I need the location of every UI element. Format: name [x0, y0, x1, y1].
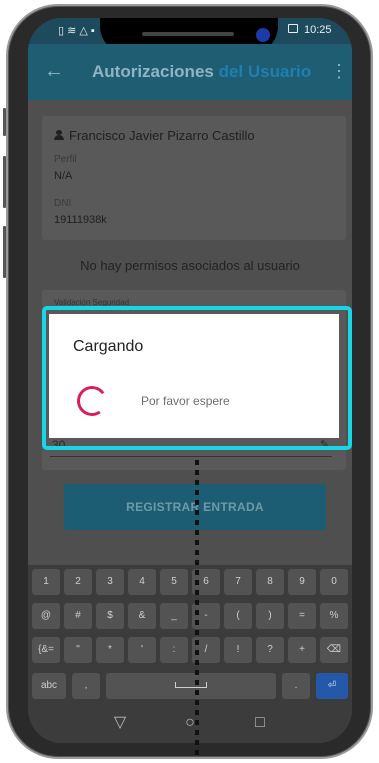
key-row2-1[interactable]: #	[64, 603, 92, 629]
key-row1-1[interactable]: 2	[64, 569, 92, 595]
key-row2-2[interactable]: $	[96, 603, 124, 629]
key-row3-3[interactable]: '	[128, 637, 156, 663]
no-permissions-text: No hay permisos asociados al usuario	[80, 258, 300, 273]
dni-label: DNI	[54, 198, 72, 209]
key-row2-3[interactable]: &	[128, 603, 156, 629]
status-icons: ▯ ≋ △ ▪	[58, 25, 95, 37]
key-row1-4[interactable]: 5	[160, 569, 188, 595]
key-row3-9[interactable]: ⌫	[320, 637, 348, 663]
dialog-title: Cargando	[73, 338, 144, 355]
nav-home-icon[interactable]: ○	[170, 703, 210, 743]
page-title: Autorizaciones del Usuario	[92, 62, 312, 81]
key-row1-3[interactable]: 4	[128, 569, 156, 595]
field-underline	[50, 456, 332, 457]
app-bar: ← Autorizaciones del Usuario ⋮	[28, 44, 352, 100]
nav-recents-icon[interactable]: □	[240, 703, 280, 743]
key-row2-7[interactable]: )	[256, 603, 284, 629]
key-row1-8[interactable]: 9	[288, 569, 316, 595]
key-space[interactable]	[106, 673, 276, 699]
key-row3-0[interactable]: {&=	[32, 637, 60, 663]
dotted-guide-line	[195, 460, 199, 760]
key-row3-4[interactable]: :	[160, 637, 188, 663]
key-row2-4[interactable]: _	[160, 603, 188, 629]
speaker-grille	[142, 32, 234, 36]
key-row2-8[interactable]: =	[288, 603, 316, 629]
perfil-label: Perfil	[54, 154, 77, 165]
user-name: Francisco Javier Pizarro Castillo	[54, 128, 255, 143]
key-enter[interactable]: ⏎	[316, 673, 348, 699]
key-row1-7[interactable]: 8	[256, 569, 284, 595]
key-comma[interactable]: ,	[72, 673, 100, 699]
perfil-value: N/A	[54, 170, 73, 182]
back-arrow-icon[interactable]: ←	[44, 60, 66, 82]
dni-value: 19111938k	[54, 214, 107, 226]
key-period[interactable]: .	[282, 673, 310, 699]
key-row3-1[interactable]: "	[64, 637, 92, 663]
key-abc[interactable]: abc	[32, 673, 66, 699]
key-row2-6[interactable]: (	[224, 603, 252, 629]
more-options-icon[interactable]: ⋮	[330, 60, 348, 82]
loading-spinner-icon	[74, 383, 110, 419]
key-row3-8[interactable]: +	[288, 637, 316, 663]
key-row3-7[interactable]: ?	[256, 637, 284, 663]
front-camera	[256, 28, 270, 42]
key-row1-6[interactable]: 7	[224, 569, 252, 595]
nav-back-icon[interactable]: ▽	[100, 703, 140, 743]
key-row3-2[interactable]: *	[96, 637, 124, 663]
loading-dialog: Cargando Por favor espere	[49, 314, 339, 438]
key-row2-0[interactable]: @	[32, 603, 60, 629]
keyboard: abc , . ⏎ 1 2 3 4 5 6 7 8 9 0 @ # $ & _ -() =% {&= " * ': /!?…	[28, 565, 352, 703]
key-row1-0[interactable]: 1	[32, 569, 60, 595]
battery-icon	[288, 24, 298, 33]
key-row2-9[interactable]: %	[320, 603, 348, 629]
navigation-bar: ▽ ○ □	[28, 703, 352, 743]
key-row1-9[interactable]: 0	[320, 569, 348, 595]
dialog-message: Por favor espere	[141, 394, 230, 408]
key-row1-2[interactable]: 3	[96, 569, 124, 595]
user-card: Francisco Javier Pizarro Castillo Perfil…	[42, 116, 346, 240]
key-row3-6[interactable]: !	[224, 637, 252, 663]
status-time: 10:25	[304, 24, 332, 36]
space-icon	[175, 682, 207, 689]
person-icon	[54, 130, 64, 140]
